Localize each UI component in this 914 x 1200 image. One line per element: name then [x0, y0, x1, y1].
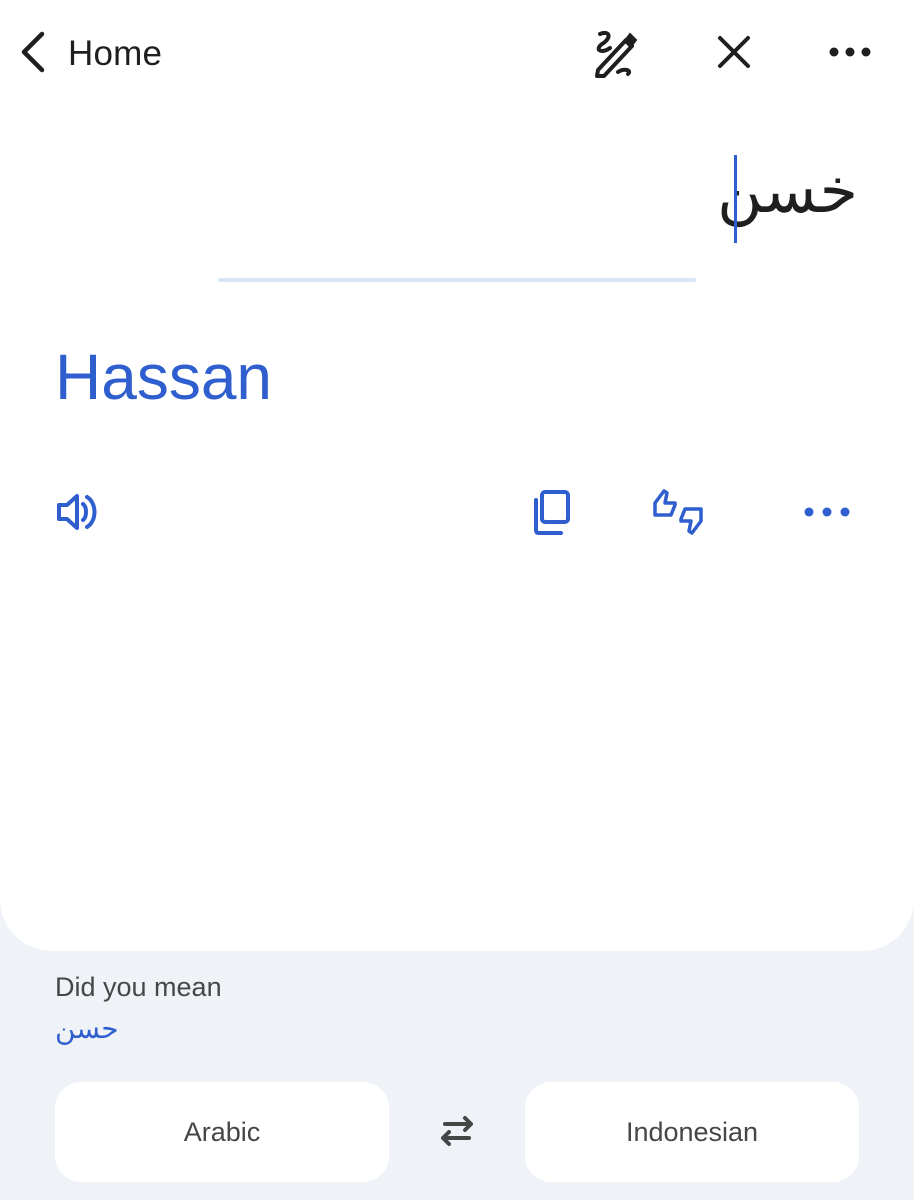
back-arrow-icon: [14, 28, 54, 81]
copy-icon: [525, 485, 579, 544]
close-icon: [708, 26, 760, 83]
speaker-icon: [51, 485, 105, 544]
translation-more-button[interactable]: [797, 484, 857, 544]
translation-result: Hassan: [55, 341, 272, 413]
handwriting-button[interactable]: [584, 24, 644, 84]
text-cursor: [734, 155, 737, 243]
feedback-thumbs-icon: [651, 485, 705, 544]
translation-card: Home خسن Hassan: [0, 0, 914, 951]
did-you-mean-label: Did you mean: [55, 972, 222, 1002]
input-divider: [218, 278, 696, 282]
copy-button[interactable]: [522, 484, 582, 544]
listen-button[interactable]: [48, 484, 108, 544]
back-label: Home: [68, 34, 163, 73]
source-text-input[interactable]: خسن: [717, 160, 858, 222]
close-button[interactable]: [704, 24, 764, 84]
did-you-mean-suggestion[interactable]: حسن: [55, 1012, 119, 1045]
top-app-bar: Home: [0, 0, 914, 108]
feedback-button[interactable]: [648, 484, 708, 544]
swap-languages-button[interactable]: [428, 1104, 486, 1162]
source-language-label: Arabic: [183, 1116, 261, 1147]
more-options-button[interactable]: [820, 24, 880, 84]
source-language-button[interactable]: Arabic: [55, 1082, 389, 1182]
back-button[interactable]: Home: [14, 26, 162, 82]
more-options-icon: [800, 485, 854, 544]
handwriting-icon: [588, 26, 640, 83]
swap-arrows-icon: [433, 1107, 481, 1160]
target-language-label: Indonesian: [625, 1116, 759, 1147]
more-options-icon: [824, 26, 876, 83]
target-language-button[interactable]: Indonesian: [525, 1082, 859, 1182]
